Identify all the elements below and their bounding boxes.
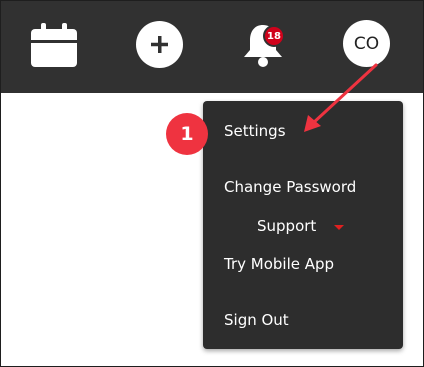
user-dropdown-menu: Settings Change Password Support Try Mob… <box>203 101 403 349</box>
menu-item-support[interactable]: Support <box>257 217 345 235</box>
menu-item-sign-out[interactable]: Sign Out <box>224 311 289 329</box>
calendar-icon[interactable] <box>31 23 77 67</box>
menu-item-change-password[interactable]: Change Password <box>224 178 356 196</box>
step-number-badge: 1 <box>166 113 208 155</box>
menu-item-try-mobile-app[interactable]: Try Mobile App <box>224 255 334 273</box>
menu-item-settings[interactable]: Settings <box>224 122 286 140</box>
notification-count-badge: 18 <box>263 25 285 47</box>
add-button[interactable] <box>136 21 183 68</box>
support-label: Support <box>257 217 317 235</box>
plus-icon <box>151 36 168 53</box>
user-avatar[interactable]: CO <box>343 20 390 67</box>
caret-down-icon <box>334 224 345 230</box>
